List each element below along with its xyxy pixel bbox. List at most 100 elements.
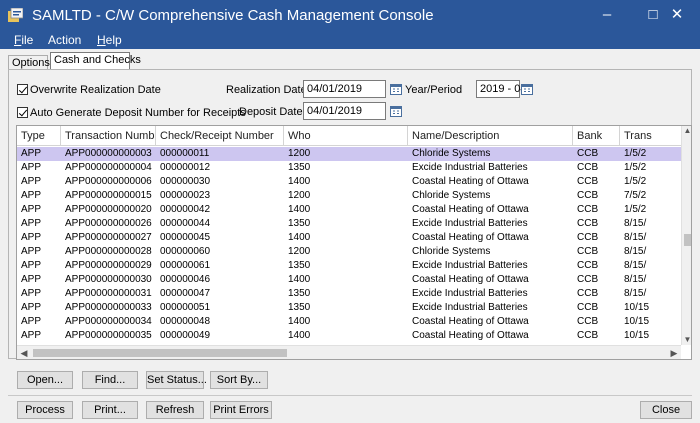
col-header-who[interactable]: Who — [284, 126, 408, 146]
window-title: SAMLTD - C/W Comprehensive Cash Manageme… — [32, 7, 434, 24]
col-header-name-description[interactable]: Name/Description — [408, 126, 573, 146]
menu-action[interactable]: Action — [48, 33, 81, 47]
cell-name-description: Coastal Heating of Ottawa — [412, 232, 529, 243]
cell-check-receipt-number: 000000045 — [160, 232, 211, 243]
cell-type: APP — [21, 148, 42, 159]
realization-date-calendar-icon[interactable] — [390, 83, 402, 95]
table-row[interactable]: APP APP000000000004 000000012 1350 Excide In… — [17, 161, 681, 175]
table-row[interactable]: APP APP000000000027 000000045 1400 Coastal H… — [17, 231, 681, 245]
cell-trans: 1/5/2 — [624, 162, 647, 173]
menu-help[interactable]: Help — [97, 33, 122, 47]
table-row[interactable]: APP APP000000000006 000000030 1400 Coastal H… — [17, 175, 681, 189]
scroll-right-arrow-icon[interactable]: ▶ — [667, 346, 681, 359]
overwrite-realization-checkbox[interactable] — [17, 84, 28, 95]
cell-name-description: Excide Industrial Batteries — [412, 218, 528, 229]
cell-name-description: Chloride Systems — [412, 190, 491, 201]
table-row[interactable]: APP APP000000000031 000000047 1350 Excide In… — [17, 287, 681, 301]
realization-date-field[interactable]: 04/01/2019 — [303, 80, 386, 98]
scroll-down-arrow-icon[interactable]: ▼ — [682, 335, 691, 345]
horizontal-scrollbar[interactable]: ◀ ▶ — [17, 345, 681, 359]
year-period-calendar-icon[interactable] — [521, 83, 533, 95]
vertical-scroll-thumb[interactable] — [684, 234, 691, 246]
cell-name-description: Chloride Systems — [412, 148, 491, 159]
cell-type: APP — [21, 316, 42, 327]
table-row[interactable]: APP APP000000000030 000000046 1400 Coastal H… — [17, 273, 681, 287]
print-errors-button[interactable]: Print Errors — [210, 401, 272, 419]
vertical-scrollbar[interactable]: ▲ ▼ — [681, 126, 691, 345]
tab-options[interactable]: Options — [8, 55, 50, 70]
table-row[interactable]: APP APP000000000034 000000048 1400 Coastal H… — [17, 315, 681, 329]
cell-who: 1200 — [288, 246, 311, 257]
table-row[interactable]: APP APP000000000033 000000051 1350 Excide In… — [17, 301, 681, 315]
deposit-date-calendar-icon[interactable] — [390, 105, 402, 117]
minimize-button[interactable]: – — [584, 0, 630, 31]
cell-who: 1400 — [288, 204, 311, 215]
cell-transaction-number: APP000000000006 — [65, 176, 152, 187]
auto-generate-deposit-checkbox[interactable] — [17, 107, 28, 118]
cell-trans: 8/15/ — [624, 246, 647, 257]
col-header-bank[interactable]: Bank — [573, 126, 620, 146]
col-header-transaction-number[interactable]: Transaction Number — [61, 126, 156, 146]
cell-transaction-number: APP000000000026 — [65, 218, 152, 229]
tab-cash-and-checks[interactable]: Cash and Checks — [50, 52, 141, 70]
grid-header: Type Transaction Number Check/Receipt Nu… — [17, 126, 681, 146]
cell-type: APP — [21, 260, 42, 271]
cell-who: 1350 — [288, 302, 311, 313]
cell-trans: 1/5/2 — [624, 148, 647, 159]
open-button[interactable]: Open... — [17, 371, 73, 389]
col-header-check-receipt-number[interactable]: Check/Receipt Number — [156, 126, 284, 146]
close-button[interactable]: Close — [640, 401, 692, 419]
cell-bank: CCB — [577, 316, 599, 327]
table-row[interactable]: APP APP000000000035 000000049 1400 Coastal H… — [17, 329, 681, 343]
year-period-field[interactable]: 2019 - 04 — [476, 80, 526, 98]
cell-transaction-number: APP000000000029 — [65, 260, 152, 271]
cell-check-receipt-number: 000000061 — [160, 260, 211, 271]
realization-date-label: Realization Date — [226, 84, 307, 96]
cell-bank: CCB — [577, 148, 599, 159]
print-button[interactable]: Print... — [82, 401, 138, 419]
set-status-button[interactable]: Set Status... — [146, 371, 207, 389]
transactions-grid[interactable]: Type Transaction Number Check/Receipt Nu… — [16, 125, 692, 360]
title-bar: SAMLTD - C/W Comprehensive Cash Manageme… — [0, 0, 700, 31]
table-row[interactable]: APP APP000000000026 000000044 1350 Excide In… — [17, 217, 681, 231]
find-button[interactable]: Find... — [82, 371, 138, 389]
refresh-button[interactable]: Refresh — [146, 401, 204, 419]
cell-transaction-number: APP000000000003 — [65, 148, 152, 159]
cell-trans: 7/5/2 — [624, 190, 647, 201]
process-button[interactable]: Process — [17, 401, 73, 419]
cell-name-description: Coastal Heating of Ottawa — [412, 274, 529, 285]
sort-by-button[interactable]: Sort By... — [210, 371, 268, 389]
horizontal-scroll-thumb[interactable] — [33, 349, 287, 357]
cell-who: 1400 — [288, 330, 311, 341]
cell-who: 1350 — [288, 288, 311, 299]
menu-help-accel: H — [97, 33, 106, 47]
close-window-button[interactable]: ✕ — [654, 0, 700, 31]
deposit-date-field[interactable]: 04/01/2019 — [303, 102, 386, 120]
table-row[interactable]: APP APP000000000028 000000060 1200 Chloride … — [17, 245, 681, 259]
col-header-trans[interactable]: Trans — [620, 126, 681, 146]
cell-name-description: Excide Industrial Batteries — [412, 302, 528, 313]
cell-who: 1350 — [288, 260, 311, 271]
cell-who: 1200 — [288, 190, 311, 201]
table-row[interactable]: APP APP000000000015 000000023 1200 Chloride … — [17, 189, 681, 203]
table-row[interactable]: APP APP000000000003 000000011 1200 Chloride … — [17, 147, 681, 161]
auto-generate-deposit-label: Auto Generate Deposit Number for Receipt… — [30, 107, 246, 119]
cell-type: APP — [21, 288, 42, 299]
cell-check-receipt-number: 000000023 — [160, 190, 211, 201]
cell-bank: CCB — [577, 260, 599, 271]
cell-transaction-number: APP000000000028 — [65, 246, 152, 257]
cell-type: APP — [21, 246, 42, 257]
col-header-type[interactable]: Type — [17, 126, 61, 146]
cell-name-description: Excide Industrial Batteries — [412, 162, 528, 173]
cell-trans: 10/15 — [624, 302, 650, 313]
cell-check-receipt-number: 000000012 — [160, 162, 211, 173]
scroll-left-arrow-icon[interactable]: ◀ — [17, 346, 31, 359]
table-row[interactable]: APP APP000000000029 000000061 1350 Excide In… — [17, 259, 681, 273]
menu-file[interactable]: File — [14, 33, 33, 47]
cell-bank: CCB — [577, 302, 599, 313]
cell-bank: CCB — [577, 204, 599, 215]
cell-trans: 10/15 — [624, 330, 650, 341]
cell-check-receipt-number: 000000049 — [160, 330, 211, 341]
table-row[interactable]: APP APP000000000020 000000042 1400 Coastal H… — [17, 203, 681, 217]
scroll-up-arrow-icon[interactable]: ▲ — [682, 126, 691, 136]
